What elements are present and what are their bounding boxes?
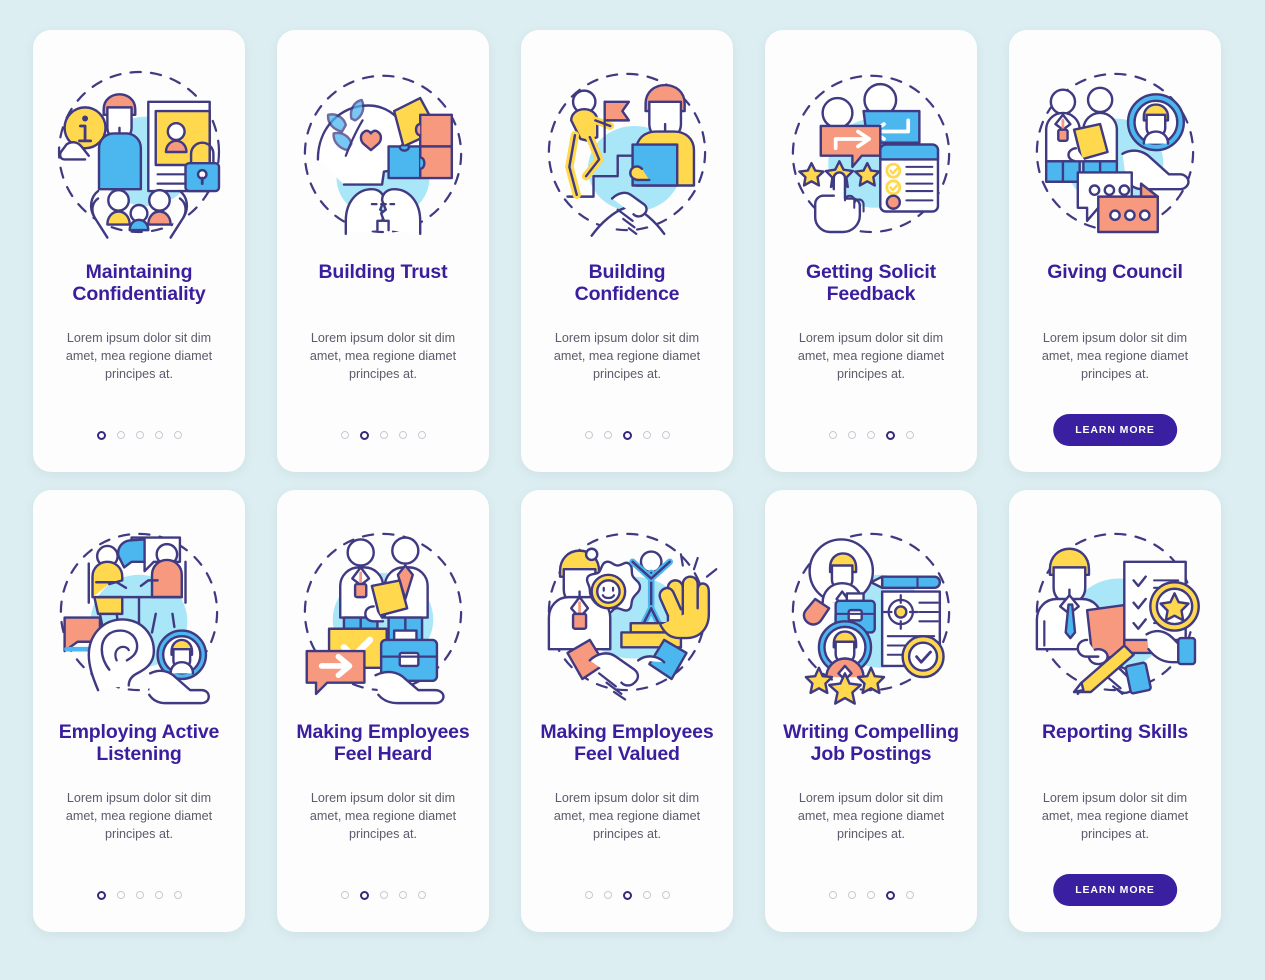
card-body-text: Lorem ipsum dolor sit dim amet, mea regi… bbox=[797, 791, 945, 841]
card-title: Reporting Skills bbox=[1041, 721, 1189, 743]
pagination-dot-4[interactable] bbox=[885, 431, 895, 440]
pagination-dot-4[interactable] bbox=[885, 891, 895, 900]
pagination-dots bbox=[277, 891, 489, 900]
pagination-dot-1[interactable] bbox=[828, 891, 837, 899]
pagination-dot-5[interactable] bbox=[905, 431, 914, 439]
pagination-dots bbox=[277, 431, 489, 440]
pagination-dot-5[interactable] bbox=[661, 891, 670, 899]
pagination-dot-1[interactable] bbox=[96, 891, 106, 900]
pagination-dots bbox=[33, 431, 245, 440]
onboarding-card-getting-solicit-feedback: Getting Solicit Feedback Lorem ipsum dolo… bbox=[765, 30, 977, 472]
card-title: Maintaining Confidentiality bbox=[72, 261, 206, 305]
card-title: Building Confidence bbox=[574, 261, 680, 305]
pagination-dot-5[interactable] bbox=[173, 431, 182, 439]
pagination-dot-1[interactable] bbox=[584, 891, 593, 899]
onboarding-card-giving-council: Giving Council Lorem ipsum dolor sit dim … bbox=[1009, 30, 1221, 472]
onboarding-card-making-employees-feel-valued: Making Employees Feel Valued Lorem ipsum … bbox=[521, 490, 733, 932]
card-title: Employing Active Listening bbox=[58, 721, 220, 765]
pagination-dot-2[interactable] bbox=[847, 431, 856, 439]
card-body-text: Lorem ipsum dolor sit dim amet, mea regi… bbox=[309, 331, 457, 381]
pagination-dot-1[interactable] bbox=[96, 431, 106, 440]
pagination-dot-3[interactable] bbox=[379, 431, 388, 439]
card-title: Writing Compelling Job Postings bbox=[783, 721, 959, 765]
pagination-dot-5[interactable] bbox=[661, 431, 670, 439]
pagination-dot-3[interactable] bbox=[622, 891, 632, 900]
onboarding-card-making-employees-feel-heard: Making Employees Feel Heard Lorem ipsum d… bbox=[277, 490, 489, 932]
pagination-dot-5[interactable] bbox=[417, 891, 426, 899]
pagination-dot-5[interactable] bbox=[417, 431, 426, 439]
reporting-illustration bbox=[1022, 512, 1208, 712]
pagination-dot-4[interactable] bbox=[154, 891, 163, 899]
onboarding-screens-grid: Maintaining Confidentiality Lorem ipsum d… bbox=[0, 0, 1265, 980]
confidentiality-illustration bbox=[46, 52, 232, 252]
pagination-dot-1[interactable] bbox=[828, 431, 837, 439]
learn-more-button[interactable]: LEARN MORE bbox=[1053, 874, 1177, 906]
onboarding-card-reporting-skills: Reporting Skills Lorem ipsum dolor sit di… bbox=[1009, 490, 1221, 932]
card-body-text: Lorem ipsum dolor sit dim amet, mea regi… bbox=[65, 331, 213, 381]
feel-valued-illustration bbox=[534, 512, 720, 712]
trust-illustration bbox=[290, 52, 476, 252]
card-title: Giving Council bbox=[1047, 261, 1183, 283]
card-body-text: Lorem ipsum dolor sit dim amet, mea regi… bbox=[65, 791, 213, 841]
pagination-dot-2[interactable] bbox=[359, 431, 369, 440]
onboarding-card-building-confidence: Building Confidence Lorem ipsum dolor sit… bbox=[521, 30, 733, 472]
pagination-dots bbox=[765, 891, 977, 900]
card-body-text: Lorem ipsum dolor sit dim amet, mea regi… bbox=[1041, 791, 1189, 841]
card-body-text: Lorem ipsum dolor sit dim amet, mea regi… bbox=[553, 331, 701, 381]
pagination-dots bbox=[521, 431, 733, 440]
pagination-dot-3[interactable] bbox=[135, 431, 144, 439]
pagination-dots bbox=[33, 891, 245, 900]
council-illustration bbox=[1022, 52, 1208, 252]
pagination-dot-2[interactable] bbox=[116, 891, 125, 899]
card-body-text: Lorem ipsum dolor sit dim amet, mea regi… bbox=[309, 791, 457, 841]
learn-more-button[interactable]: LEARN MORE bbox=[1053, 414, 1177, 446]
pagination-dots bbox=[765, 431, 977, 440]
pagination-dot-5[interactable] bbox=[173, 891, 182, 899]
pagination-dots bbox=[521, 891, 733, 900]
confidence-illustration bbox=[534, 52, 720, 252]
job-postings-illustration bbox=[778, 512, 964, 712]
onboarding-card-maintaining-confidentiality: Maintaining Confidentiality Lorem ipsum d… bbox=[33, 30, 245, 472]
pagination-dot-2[interactable] bbox=[603, 891, 612, 899]
pagination-dot-3[interactable] bbox=[866, 431, 875, 439]
pagination-dot-4[interactable] bbox=[398, 891, 407, 899]
pagination-dot-1[interactable] bbox=[584, 431, 593, 439]
pagination-dot-3[interactable] bbox=[135, 891, 144, 899]
pagination-dot-3[interactable] bbox=[866, 891, 875, 899]
pagination-dot-4[interactable] bbox=[642, 431, 651, 439]
pagination-dot-2[interactable] bbox=[359, 891, 369, 900]
listening-illustration bbox=[46, 512, 232, 712]
pagination-dot-1[interactable] bbox=[340, 431, 349, 439]
pagination-dot-5[interactable] bbox=[905, 891, 914, 899]
feel-heard-illustration bbox=[290, 512, 476, 712]
pagination-dot-2[interactable] bbox=[116, 431, 125, 439]
onboarding-card-writing-compelling-job-postings: Writing Compelling Job Postings Lorem ips… bbox=[765, 490, 977, 932]
card-title: Getting Solicit Feedback bbox=[806, 261, 936, 305]
onboarding-card-building-trust: Building Trust Lorem ipsum dolor sit dim … bbox=[277, 30, 489, 472]
pagination-dot-2[interactable] bbox=[847, 891, 856, 899]
pagination-dot-3[interactable] bbox=[379, 891, 388, 899]
pagination-dot-4[interactable] bbox=[398, 431, 407, 439]
pagination-dot-3[interactable] bbox=[622, 431, 632, 440]
pagination-dot-4[interactable] bbox=[642, 891, 651, 899]
card-title: Making Employees Feel Valued bbox=[540, 721, 714, 765]
pagination-dot-2[interactable] bbox=[603, 431, 612, 439]
card-body-text: Lorem ipsum dolor sit dim amet, mea regi… bbox=[797, 331, 945, 381]
card-title: Making Employees Feel Heard bbox=[296, 721, 470, 765]
feedback-illustration bbox=[778, 52, 964, 252]
onboarding-card-employing-active-listening: Employing Active Listening Lorem ipsum do… bbox=[33, 490, 245, 932]
card-body-text: Lorem ipsum dolor sit dim amet, mea regi… bbox=[553, 791, 701, 841]
card-body-text: Lorem ipsum dolor sit dim amet, mea regi… bbox=[1041, 331, 1189, 381]
pagination-dot-4[interactable] bbox=[154, 431, 163, 439]
pagination-dot-1[interactable] bbox=[340, 891, 349, 899]
card-title: Building Trust bbox=[318, 261, 448, 283]
